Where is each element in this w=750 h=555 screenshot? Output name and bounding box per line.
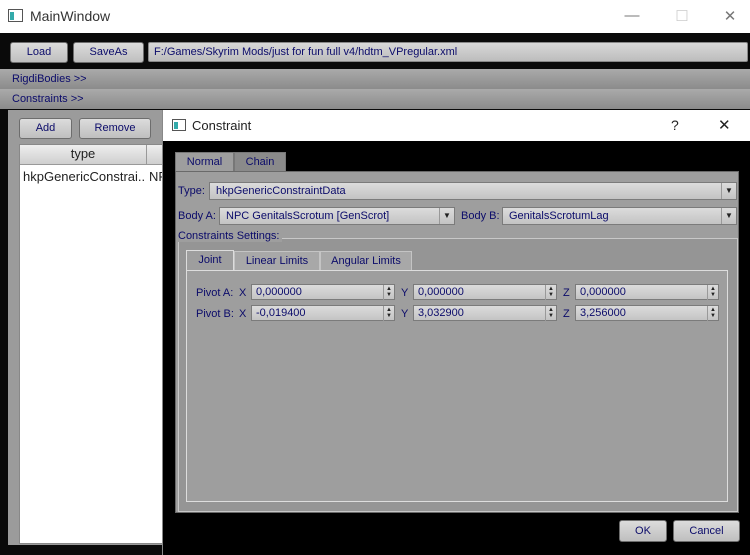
pivot-a-y-spinbox[interactable]: 0,000000 ▲ ▼ — [413, 284, 557, 300]
dialog-icon — [172, 119, 186, 131]
constraints-table[interactable]: type hkpGenericConstrai... NP — [19, 144, 169, 544]
dialog-title: Constraint — [192, 118, 252, 133]
app-icon — [8, 9, 23, 22]
ok-button[interactable]: OK — [619, 520, 667, 542]
tab-chain[interactable]: Chain — [234, 152, 286, 172]
spin-arrows-icon[interactable]: ▲ ▼ — [383, 306, 394, 321]
main-window-titlebar: MainWindow — ☐ ✕ — [0, 0, 750, 33]
rigid-bodies-section[interactable]: RigdiBodies >> — [0, 69, 750, 89]
pivot-a-x-spinbox[interactable]: 0,000000 ▲ ▼ — [251, 284, 395, 300]
minimize-button[interactable]: — — [620, 7, 644, 24]
pivot-b-x-value: -0,019400 — [256, 307, 306, 319]
pivot-a-x-value: 0,000000 — [256, 286, 302, 298]
saveas-button[interactable]: SaveAs — [73, 42, 144, 63]
column-divider — [146, 145, 147, 165]
body-b-dropdown[interactable]: GenitalsScrotumLag ▼ — [502, 207, 737, 225]
close-button[interactable]: ✕ — [718, 7, 742, 25]
add-button[interactable]: Add — [19, 118, 72, 139]
type-column-header[interactable]: type — [20, 146, 146, 161]
pivot-b-y-value: 3,032900 — [418, 307, 464, 319]
chevron-down-icon: ▼ — [721, 208, 736, 224]
cancel-button[interactable]: Cancel — [673, 520, 740, 542]
spin-arrows-icon[interactable]: ▲ ▼ — [707, 285, 718, 300]
pivot-b-x-label: X — [239, 308, 247, 320]
pivot-a-z-value: 0,000000 — [580, 286, 626, 298]
pivot-a-z-label: Z — [563, 287, 570, 299]
dialog-close-button[interactable]: ✕ — [718, 116, 731, 134]
file-path-field[interactable]: F:/Games/Skyrim Mods/just for fun full v… — [148, 42, 748, 62]
main-window-title: MainWindow — [30, 8, 111, 24]
tab-angular-limits[interactable]: Angular Limits — [320, 251, 412, 270]
type-dropdown[interactable]: hkpGenericConstraintData ▼ — [209, 182, 737, 200]
constraint-dialog: Constraint ? ✕ Normal Chain Type: hkpGen… — [162, 110, 750, 555]
help-button[interactable]: ? — [671, 117, 679, 133]
type-dropdown-value: hkpGenericConstraintData — [216, 185, 346, 197]
dialog-titlebar: Constraint ? ✕ — [163, 110, 750, 141]
spin-arrows-icon[interactable]: ▲ ▼ — [383, 285, 394, 300]
body-a-dropdown[interactable]: NPC GenitalsScrotum [GenScrot] ▼ — [219, 207, 455, 225]
pivot-b-z-spinbox[interactable]: 3,256000 ▲ ▼ — [575, 305, 719, 321]
pivot-b-y-label: Y — [401, 308, 409, 320]
pivot-a-label: Pivot A: — [196, 287, 234, 299]
pivot-a-x-label: X — [239, 287, 247, 299]
spin-arrows-icon[interactable]: ▲ ▼ — [545, 285, 556, 300]
pivot-b-z-label: Z — [563, 308, 570, 320]
body-b-label: Body B: — [461, 210, 500, 222]
normal-tab-pane: Type: hkpGenericConstraintData ▼ Body A:… — [175, 171, 739, 513]
chevron-down-icon: ▼ — [439, 208, 454, 224]
body-a-dropdown-value: NPC GenitalsScrotum [GenScrot] — [226, 210, 390, 222]
spin-arrows-icon[interactable]: ▲ ▼ — [707, 306, 718, 321]
table-row-type-cell[interactable]: hkpGenericConstrai... — [23, 167, 146, 187]
pivot-b-z-value: 3,256000 — [580, 307, 626, 319]
pivot-b-label: Pivot B: — [196, 308, 234, 320]
table-header[interactable]: type — [20, 145, 168, 165]
pivot-a-y-value: 0,000000 — [418, 286, 464, 298]
constraints-section[interactable]: Constraints >> — [0, 89, 750, 109]
maximize-button[interactable]: ☐ — [670, 7, 694, 25]
pivot-a-y-label: Y — [401, 287, 409, 299]
pivot-b-y-spinbox[interactable]: 3,032900 ▲ ▼ — [413, 305, 557, 321]
body-a-label: Body A: — [178, 210, 216, 222]
pivot-b-x-spinbox[interactable]: -0,019400 ▲ ▼ — [251, 305, 395, 321]
body-b-dropdown-value: GenitalsScrotumLag — [509, 210, 609, 222]
constraints-settings-label: Constraints Settings: — [178, 230, 282, 242]
pivot-a-z-spinbox[interactable]: 0,000000 ▲ ▼ — [575, 284, 719, 300]
tab-linear-limits[interactable]: Linear Limits — [234, 251, 320, 270]
tab-joint[interactable]: Joint — [186, 250, 234, 270]
type-label: Type: — [178, 185, 205, 197]
load-button[interactable]: Load — [10, 42, 68, 63]
spin-arrows-icon[interactable]: ▲ ▼ — [545, 306, 556, 321]
chevron-down-icon: ▼ — [721, 183, 736, 199]
tab-normal[interactable]: Normal — [175, 152, 234, 172]
joint-tab-pane: Pivot A: X 0,000000 ▲ ▼ Y 0,000000 ▲ ▼ Z 0… — [186, 270, 728, 502]
remove-button[interactable]: Remove — [79, 118, 151, 139]
